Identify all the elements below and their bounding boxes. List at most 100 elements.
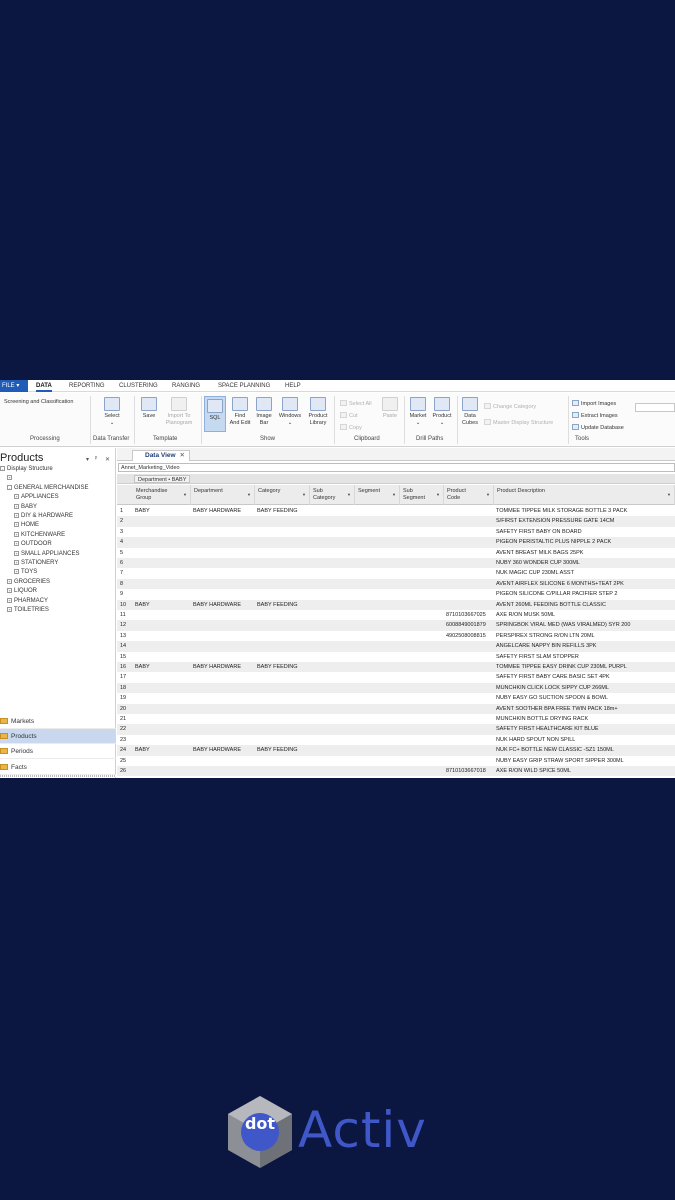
column-filter-icon[interactable]: ▼ [302, 492, 306, 499]
import-images-button[interactable]: Import Images [572, 400, 616, 408]
table-row[interactable]: 9 PIGEON SILICONE C/PILLAR PACIFIER STEP … [117, 589, 675, 599]
screening-classification-button[interactable]: Screening and Classification [4, 399, 73, 406]
expand-icon[interactable]: + [14, 494, 19, 500]
column-header[interactable]: Segment ▼ [355, 485, 400, 505]
nav-item-markets[interactable]: Markets [0, 714, 116, 729]
ribbon-search-input[interactable] [635, 403, 675, 412]
market-drill-button[interactable]: Market ⌄ [407, 397, 429, 426]
expand-icon[interactable]: + [14, 503, 19, 509]
table-row[interactable]: 26 8710103667018 AXE R/ON WILD SPICE 50ML [117, 766, 675, 777]
column-filter-icon[interactable]: ▼ [347, 492, 351, 499]
expand-icon[interactable]: + [14, 550, 19, 556]
tree-item[interactable]: - Display Structure [0, 465, 53, 474]
table-row[interactable]: 3 SAFETY FIRST BABY ON BOARD [117, 527, 675, 537]
expand-icon[interactable]: + [7, 607, 12, 612]
tree-item[interactable]: + DIY & HARDWARE [14, 512, 73, 521]
table-row[interactable]: 13 4902508008815 PERSPIREX STRONG R/ON LTN… [117, 631, 675, 641]
collapse-icon[interactable]: - [7, 484, 12, 490]
table-row[interactable]: 21 MUNCHKIN BOTTLE DRYING RACK [117, 714, 675, 724]
select-all-button[interactable]: Select All [340, 400, 372, 408]
table-row[interactable]: 4 PIGEON PERISTALTIC PLUS NIPPLE 2 PACK [117, 537, 675, 548]
expand-icon[interactable]: + [14, 522, 19, 528]
table-row[interactable]: 6 NUBY 360 WONDER CUP 300ML [117, 558, 675, 569]
expand-icon[interactable]: + [7, 578, 12, 584]
tab-data[interactable]: DATA [36, 380, 52, 392]
table-row[interactable]: 23 NUK HARD SPOUT NON SPILL [117, 735, 675, 745]
table-row[interactable]: 18 MUNCHKIN CLICK LOCK SIPPY CUP 266ML [117, 682, 675, 694]
column-filter-icon[interactable]: ▼ [247, 492, 251, 499]
column-filter-icon[interactable]: ▼ [183, 492, 187, 499]
table-row[interactable]: 14 ANGELCARE NAPPY BIN REFILLS 3PK [117, 641, 675, 652]
tree-item[interactable]: + KITCHENWARE [14, 531, 65, 540]
import-to-planogram-button[interactable]: Import To Planogram [160, 397, 198, 426]
expand-icon[interactable]: + [7, 597, 12, 603]
close-icon[interactable]: ✕ [105, 456, 110, 463]
panel-dropdown-icon[interactable]: ▾ [86, 456, 89, 463]
table-row[interactable]: 19 NUBY EASY GO SUCTION SPOON & BOWL [117, 693, 675, 703]
tab-data-view[interactable]: Data View ✕ [132, 450, 190, 461]
tab-ranging[interactable]: RANGING [172, 380, 200, 392]
change-category-button[interactable]: Change Category [484, 403, 536, 411]
table-row[interactable]: 7 NUK MAGIC CUP 230ML ASST [117, 568, 675, 578]
cut-button[interactable]: Cut [340, 412, 358, 420]
expand-icon[interactable]: + [7, 588, 12, 594]
select-button[interactable]: Select ⌄ [101, 397, 123, 426]
expand-icon[interactable]: + [14, 531, 19, 537]
nav-item-products[interactable]: Products [0, 729, 116, 745]
table-row[interactable]: 20 AVENT SOOTHER BPA FREE TWIN PACK 18m+ [117, 703, 675, 714]
tree-item[interactable]: + [7, 474, 14, 483]
table-row[interactable]: 15 SAFETY FIRST SLAM STOPPER [117, 652, 675, 662]
column-header[interactable]: Product Description ▼ [494, 485, 675, 505]
table-row[interactable]: 10 BABY BABY HARDWARE BABY FEEDING AVENT 260… [117, 599, 675, 610]
column-header[interactable]: Category ▼ [255, 485, 310, 505]
tree-item[interactable]: + LIQUOR [7, 587, 37, 596]
tree-item[interactable]: - GENERAL MERCHANDISE [7, 484, 88, 493]
save-template-button[interactable]: Save [139, 397, 159, 420]
table-row[interactable]: 1 BABY BABY HARDWARE BABY FEEDING TOMMEE TIP… [117, 506, 675, 516]
pin-icon[interactable]: ᵖ [95, 456, 97, 462]
table-row[interactable]: 12 6008849001879 SPRINGBOK VIRAL MED (WAS … [117, 620, 675, 631]
expand-icon[interactable]: + [14, 560, 19, 565]
table-row[interactable]: 16 BABY BABY HARDWARE BABY FEEDING TOMMEE TI… [117, 662, 675, 673]
tree-item[interactable]: + GROCERIES [7, 578, 50, 587]
column-header[interactable]: Product Code ▼ [444, 485, 494, 505]
data-cubes-button[interactable]: Data Cubes [460, 397, 480, 426]
table-row[interactable]: 2 S/FIRST EXTENSION PRESSURE GATE 14CM [117, 516, 675, 527]
tab-help[interactable]: HELP [285, 380, 301, 392]
tree-item[interactable]: + APPLIANCES [14, 493, 59, 502]
tree-item[interactable]: + TOILETRIES [7, 606, 49, 615]
windows-button[interactable]: Windows ⌄ [276, 397, 304, 426]
column-filter-icon[interactable]: ▼ [392, 492, 396, 499]
column-filter-icon[interactable]: ▼ [667, 492, 671, 499]
table-row[interactable]: 24 BABY BABY HARDWARE BABY FEEDING NUK FC+ B… [117, 745, 675, 756]
table-row[interactable]: 11 8710103667025 AXE R/ON MUSK 50ML [117, 610, 675, 620]
paste-button[interactable]: Paste [380, 397, 400, 420]
column-header[interactable]: Sub Category ▼ [310, 485, 355, 505]
master-display-structure-button[interactable]: Master Display Structure [484, 419, 553, 427]
image-bar-button[interactable]: Image Bar [253, 397, 275, 426]
tab-reporting[interactable]: REPORTING [69, 380, 105, 392]
filter-input[interactable]: Annet_Marketing_Video [118, 463, 675, 472]
expand-icon[interactable]: + [14, 513, 19, 518]
column-header[interactable]: Merchandise Group ▼ [133, 485, 191, 505]
table-row[interactable]: 5 AVENT BREAST MILK BAGS 25PK [117, 548, 675, 558]
group-by-chip[interactable]: Department • BABY [134, 475, 191, 483]
update-database-button[interactable]: Update Database [572, 424, 624, 432]
expand-icon[interactable]: + [7, 475, 12, 481]
product-library-button[interactable]: Product Library [305, 397, 331, 426]
collapse-icon[interactable]: - [0, 466, 5, 471]
tree-item[interactable]: + SMALL APPLIANCES [14, 550, 79, 559]
tree-item[interactable]: + OUTDOOR [14, 540, 52, 549]
table-row[interactable]: 25 NUBY EASY GRIP STRAW SPORT SIPPER 300M… [117, 756, 675, 766]
tree-item[interactable]: + STATIONERY [14, 559, 58, 568]
tab-space-planning[interactable]: SPACE PLANNING [218, 380, 270, 392]
product-drill-button[interactable]: Product ⌄ [430, 397, 454, 426]
nav-item-periods[interactable]: Periods [0, 744, 116, 760]
file-menu-button[interactable]: FILE ▾ [0, 380, 28, 392]
column-header[interactable]: Sub Segment ▼ [400, 485, 444, 505]
tab-clustering[interactable]: CLUSTERING [119, 380, 158, 392]
find-and-edit-button[interactable]: Find And Edit [228, 397, 252, 426]
column-header[interactable]: Department ▼ [191, 485, 255, 505]
expand-icon[interactable]: + [14, 569, 19, 575]
tree-item[interactable]: + TOYS [14, 568, 37, 577]
